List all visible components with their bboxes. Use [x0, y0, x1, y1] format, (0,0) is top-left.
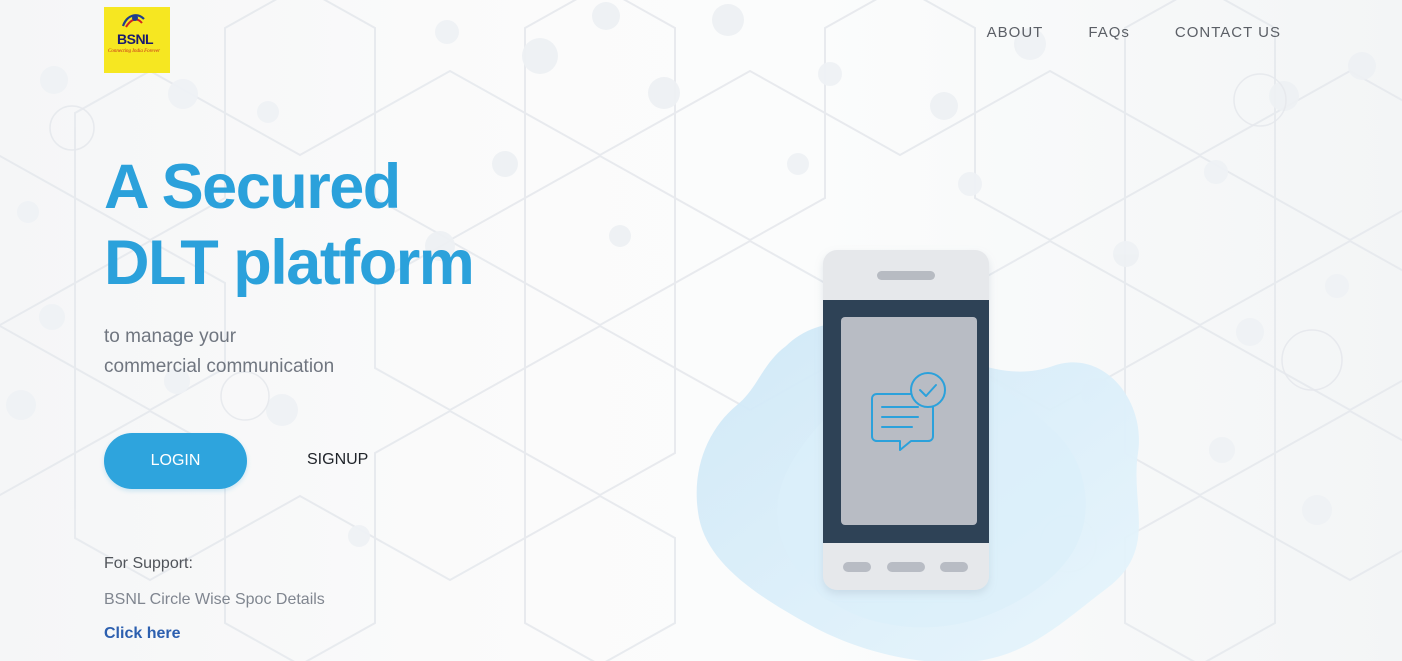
- support-title: For Support:: [104, 555, 193, 572]
- bsnl-logo[interactable]: BSNL Connecting India Forever: [104, 7, 170, 73]
- top-navigation: ABOUT FAQs CONTACT US: [987, 24, 1281, 41]
- nav-about[interactable]: ABOUT: [987, 24, 1044, 41]
- hero-subheading: to manage your commercial communication: [104, 322, 334, 382]
- hero-subhead-line-2: commercial communication: [104, 356, 335, 377]
- dlt-landing-page: BSNL Connecting India Forever ABOUT FAQs…: [0, 0, 1402, 661]
- support-click-here-link[interactable]: Click here: [104, 625, 180, 643]
- signup-button[interactable]: SIGNUP: [307, 451, 368, 469]
- hero-headline-line-1: A Secured: [104, 152, 401, 222]
- nav-faqs[interactable]: FAQs: [1088, 24, 1130, 41]
- hero-headline: A Secured DLT platform: [104, 149, 475, 301]
- brand-name: BSNL: [117, 31, 154, 47]
- hero-subhead-line-1: to manage your: [104, 326, 237, 347]
- hero-headline-line-2: DLT platform: [104, 228, 475, 298]
- nav-contact-us[interactable]: CONTACT US: [1175, 24, 1281, 41]
- brand-tagline: Connecting India Forever: [108, 49, 161, 54]
- login-button[interactable]: LOGIN: [104, 433, 247, 489]
- bsnl-globe-icon: [121, 14, 145, 28]
- support-description: BSNL Circle Wise Spoc Details: [104, 591, 325, 608]
- phone-message-illustration: [696, 250, 1139, 661]
- mobile-phone-icon: [823, 250, 989, 590]
